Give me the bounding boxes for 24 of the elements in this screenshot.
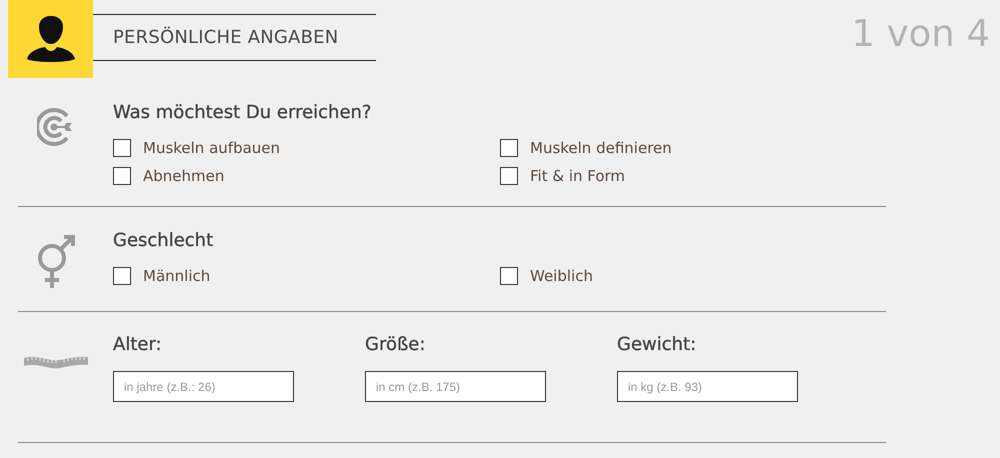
field-label: Größe: <box>365 334 426 355</box>
gender-symbol-icon <box>36 234 76 290</box>
question-heading: Geschlecht <box>113 230 214 251</box>
checkbox-label[interactable]: Weiblich <box>530 267 593 285</box>
checkbox[interactable] <box>500 267 518 285</box>
checkbox-label[interactable]: Abnehmen <box>143 167 224 185</box>
step-counter: 1 von 4 <box>851 12 990 55</box>
field-label: Alter: <box>113 334 163 355</box>
checkbox[interactable] <box>113 139 131 157</box>
input-field[interactable]: in kg (z.B. 93) <box>617 371 798 402</box>
checkbox-label[interactable]: Muskeln definieren <box>530 139 672 157</box>
checkbox[interactable] <box>500 139 518 157</box>
section-title: PERSÖNLICHE ANGABEN <box>113 27 338 48</box>
input-field[interactable]: in cm (z.B. 175) <box>365 371 546 402</box>
checkbox[interactable] <box>500 167 518 185</box>
measuring-tape-icon <box>24 354 88 370</box>
checkbox[interactable] <box>113 167 131 185</box>
question-heading: Was möchtest Du erreichen? <box>113 102 372 123</box>
checkbox-label[interactable]: Männlich <box>143 267 210 285</box>
checkbox-label[interactable]: Fit & in Form <box>530 167 626 185</box>
input-field[interactable]: in jahre (z.B.: 26) <box>113 371 294 402</box>
checkbox-label[interactable]: Muskeln aufbauen <box>143 139 280 157</box>
field-label: Gewicht: <box>617 334 698 355</box>
checkbox[interactable] <box>113 267 131 285</box>
